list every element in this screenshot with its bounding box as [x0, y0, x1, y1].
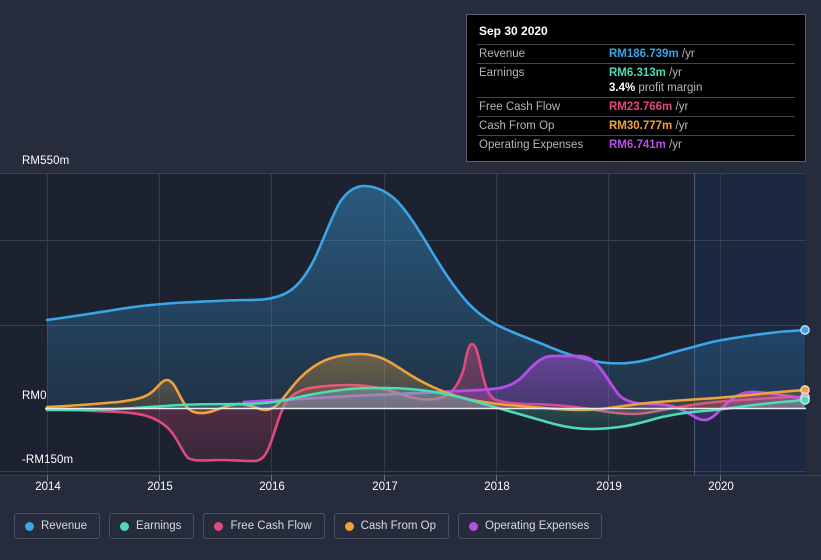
tooltip-value-earnings: RM6.313m /yr	[607, 64, 795, 83]
tooltip-unit-revenue: /yr	[681, 48, 695, 60]
tooltip-number-profit-margin: 3.4%	[609, 82, 636, 94]
x-axis-label-2015: 2015	[147, 481, 173, 493]
tooltip-value-free-cash-flow: RM23.766m /yr	[607, 98, 795, 117]
legend-label-free-cash-flow: Free Cash Flow	[230, 520, 312, 532]
tooltip-number-operating-expenses: RM6.741m	[609, 139, 666, 151]
tooltip-unit-operating-expenses: /yr	[669, 139, 682, 151]
tooltip-label-earnings: Earnings	[479, 67, 525, 79]
data-tooltip: Sep 30 2020 Revenue RM186.739m /yr Earni…	[466, 14, 806, 162]
tooltip-number-revenue: RM186.739m	[609, 48, 679, 60]
tooltip-number-free-cash-flow: RM23.766m	[609, 101, 673, 113]
tooltip-unit-profit-margin: profit margin	[638, 82, 703, 94]
legend-item-earnings[interactable]: Earnings	[109, 513, 195, 539]
y-axis-label-zero: RM0	[22, 390, 47, 402]
tooltip-unit-free-cash-flow: /yr	[675, 101, 689, 113]
tooltip-unit-cash-from-op: /yr	[675, 120, 689, 132]
legend-dot-earnings-icon	[120, 521, 130, 531]
tooltip-row-cash-from-op: Cash From Op RM30.777m /yr	[477, 116, 795, 136]
x-axis-label-2019: 2019	[596, 481, 622, 493]
legend-label-operating-expenses: Operating Expenses	[485, 520, 590, 532]
tooltip-number-cash-from-op: RM30.777m	[609, 120, 673, 132]
tooltip-row-operating-expenses: Operating Expenses RM6.741m /yr	[477, 135, 795, 155]
tooltip-date: Sep 30 2020	[479, 24, 548, 38]
tooltip-label-profit-margin-empty	[477, 82, 607, 98]
chart-legend: Revenue Earnings Free Cash Flow Cash Fro…	[14, 513, 603, 539]
tooltip-value-profit-margin: 3.4% profit margin	[607, 82, 795, 98]
tooltip-table: Revenue RM186.739m /yr Earnings RM6.313m…	[477, 44, 795, 154]
legend-label-earnings: Earnings	[136, 520, 182, 532]
tooltip-label-cash-from-op: Cash From Op	[479, 120, 555, 132]
y-axis-label-top: RM550m	[22, 155, 70, 167]
financial-chart: RM550m RM0 -RM150m 2014 2015 2016 2017 2…	[0, 0, 821, 560]
legend-dot-operating-expenses-icon	[469, 521, 479, 531]
legend-dot-cash-from-op-icon	[344, 521, 354, 531]
x-axis-label-2014: 2014	[35, 481, 61, 493]
x-axis-label-2016: 2016	[259, 481, 285, 493]
legend-label-revenue: Revenue	[41, 520, 88, 532]
tooltip-label-revenue: Revenue	[479, 48, 526, 60]
forecast-background	[694, 173, 806, 475]
tooltip-row-earnings: Earnings RM6.313m /yr	[477, 63, 795, 83]
tooltip-row-profit-margin: 3.4% profit margin	[477, 82, 795, 98]
legend-item-cash-from-op[interactable]: Cash From Op	[333, 513, 450, 539]
y-axis-label-bottom: -RM150m	[22, 454, 74, 466]
x-axis-label-2018: 2018	[484, 481, 510, 493]
tooltip-value-cash-from-op: RM30.777m /yr	[607, 117, 795, 136]
tooltip-value-revenue: RM186.739m /yr	[607, 45, 795, 64]
tooltip-label-operating-expenses: Operating Expenses	[479, 139, 584, 151]
x-axis-label-2020: 2020	[708, 481, 734, 493]
legend-label-cash-from-op: Cash From Op	[360, 520, 437, 532]
legend-item-free-cash-flow[interactable]: Free Cash Flow	[203, 513, 325, 539]
tooltip-number-earnings: RM6.313m	[609, 67, 666, 79]
legend-item-operating-expenses[interactable]: Operating Expenses	[458, 513, 603, 539]
tooltip-unit-earnings: /yr	[669, 67, 682, 79]
legend-dot-revenue-icon	[25, 521, 34, 531]
x-axis-label-2017: 2017	[372, 481, 398, 493]
tooltip-row-revenue: Revenue RM186.739m /yr	[477, 44, 795, 64]
legend-item-revenue[interactable]: Revenue	[14, 513, 101, 539]
tooltip-label-free-cash-flow: Free Cash Flow	[479, 101, 561, 113]
tooltip-row-free-cash-flow: Free Cash Flow RM23.766m /yr	[477, 97, 795, 117]
legend-dot-free-cash-flow-icon	[214, 521, 224, 531]
tooltip-value-operating-expenses: RM6.741m /yr	[607, 136, 795, 155]
